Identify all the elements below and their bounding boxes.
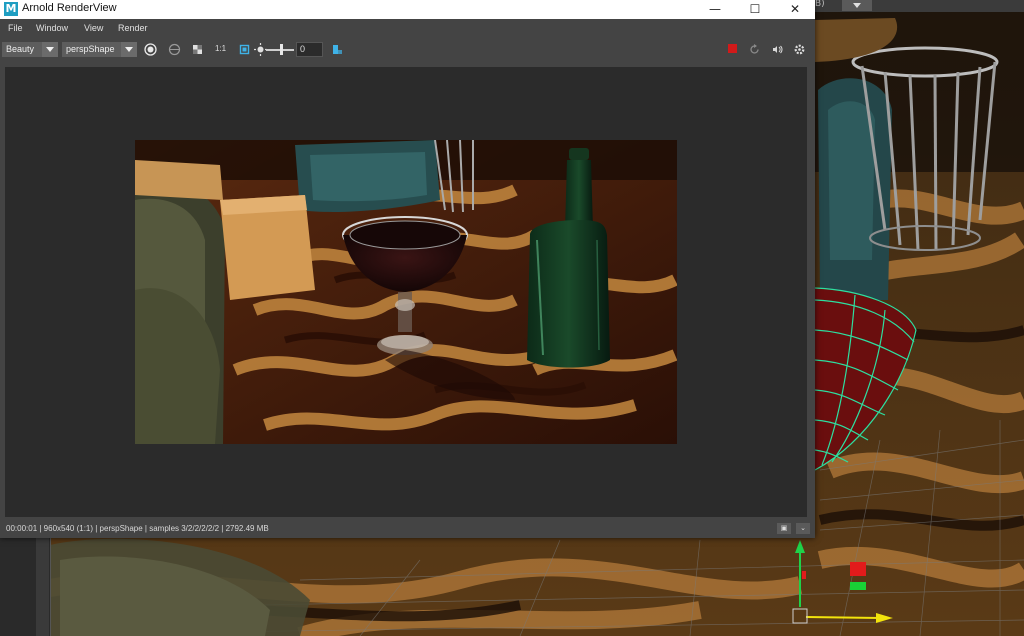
menu-window[interactable]: Window: [36, 23, 68, 33]
chevron-down-icon[interactable]: ⌄: [796, 523, 810, 534]
aov-select[interactable]: Beauty: [2, 42, 58, 57]
viewport-left-panel: [0, 538, 51, 636]
rendered-image: [135, 140, 677, 444]
settings-icon[interactable]: [792, 42, 807, 57]
viewport-panel-bar: B): [815, 0, 1024, 12]
render-image-content: [135, 140, 677, 444]
run-render-icon[interactable]: [143, 42, 158, 57]
maximize-button[interactable]: ☐: [735, 0, 775, 19]
render-area[interactable]: [5, 67, 807, 517]
snapshot-icon[interactable]: [330, 42, 345, 57]
status-bar: 00:00:01 | 960x540 (1:1) | perspShape | …: [0, 520, 815, 538]
chevron-down-icon: [121, 42, 137, 57]
close-button[interactable]: ✕: [775, 0, 815, 19]
camera-select-value: perspShape: [66, 44, 115, 54]
viewport-panel-label: B): [815, 0, 825, 9]
snapshot-camera-icon[interactable]: ▣: [777, 523, 791, 534]
viewport-dropdown-button[interactable]: [842, 0, 872, 11]
exposure-slider-handle[interactable]: [280, 44, 283, 55]
exposure-input[interactable]: 0: [296, 42, 323, 57]
minimize-button[interactable]: —: [695, 0, 735, 19]
status-text: 00:00:01 | 960x540 (1:1) | perspShape | …: [6, 524, 269, 533]
arnold-renderview-window: M Arnold RenderView — ☐ ✕ File Window Vi…: [0, 0, 815, 538]
maya-app-icon: M: [4, 2, 18, 16]
checker-icon[interactable]: [190, 42, 205, 57]
viewport-scrollbar[interactable]: [36, 538, 49, 636]
title-bar[interactable]: M Arnold RenderView — ☐ ✕: [0, 0, 815, 19]
stop-icon[interactable]: [728, 44, 737, 53]
ipr-icon[interactable]: [769, 42, 784, 57]
menu-render[interactable]: Render: [118, 23, 148, 33]
region-icon[interactable]: [167, 42, 182, 57]
one-to-one-button[interactable]: 1:1: [215, 44, 226, 53]
chevron-down-icon: [42, 42, 58, 57]
camera-select[interactable]: perspShape: [62, 42, 137, 57]
refresh-icon[interactable]: [747, 42, 762, 57]
menu-view[interactable]: View: [84, 23, 103, 33]
menu-bar: File Window View Render: [0, 19, 815, 39]
toolbar: Beauty perspShape 1:1 0: [0, 39, 815, 60]
window-title: Arnold RenderView: [22, 2, 117, 14]
aov-select-value: Beauty: [6, 44, 35, 54]
crop-icon[interactable]: [237, 42, 252, 57]
menu-file[interactable]: File: [8, 23, 23, 33]
